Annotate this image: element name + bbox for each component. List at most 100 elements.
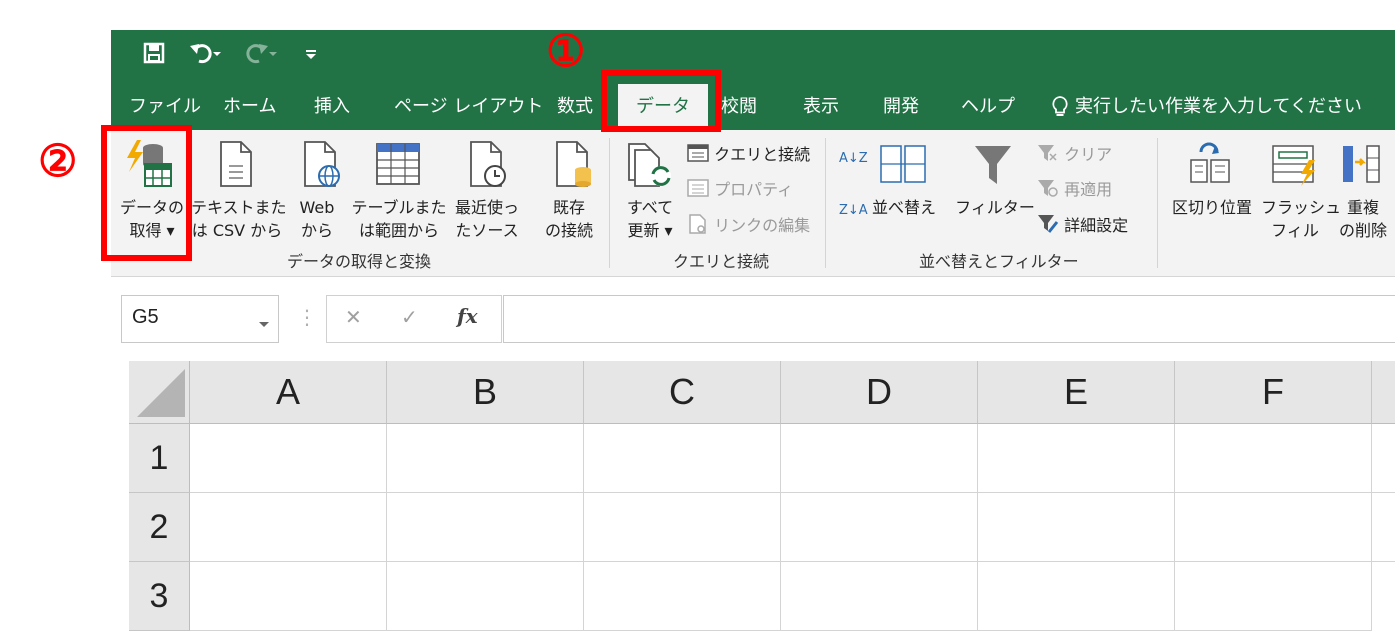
cell[interactable] [781, 562, 978, 631]
refresh-all-label-2: 更新 ▾ [627, 221, 673, 240]
name-box-value: G5 [132, 306, 159, 328]
group-label-sort-filter: 並べ替えとフィルター [919, 252, 1079, 271]
cell[interactable] [978, 424, 1175, 493]
from-text-label-2: は CSV から [191, 221, 283, 240]
formula-bar-splitter-icon[interactable]: ⋮ [297, 305, 317, 329]
select-all-button[interactable] [129, 361, 190, 424]
cell[interactable] [978, 562, 1175, 631]
step-1-marker: ① [546, 26, 586, 77]
cell[interactable] [781, 424, 978, 493]
ribbon-tabs: ファイル ホーム 挿入 ページ レイアウト 数式 データ 校閲 表示 開発 ヘル… [111, 82, 1395, 130]
cell[interactable] [1175, 424, 1372, 493]
tab-view[interactable]: 表示 [803, 82, 839, 130]
tab-help[interactable]: ヘルプ [961, 82, 1015, 130]
cell[interactable] [1175, 493, 1372, 562]
tab-developer[interactable]: 開発 [883, 82, 919, 130]
cell[interactable] [1372, 493, 1395, 562]
refresh-all-label-1: すべて [626, 198, 674, 217]
existing-connections-button[interactable]: 既存 の接続 [537, 196, 601, 242]
existing-connections-icon [553, 140, 593, 192]
row-header-3[interactable]: 3 [129, 562, 190, 631]
sort-descending-button[interactable]: Z↓A [839, 204, 868, 218]
clear-button[interactable]: クリア [1037, 143, 1112, 167]
chevron-down-icon[interactable] [258, 314, 270, 333]
from-table-range-button[interactable]: テーブルまた は範囲から [351, 196, 447, 242]
text-file-icon [217, 140, 253, 192]
column-header-a[interactable]: A [190, 361, 387, 424]
refresh-all-button[interactable]: すべて 更新 ▾ [617, 196, 683, 242]
cell[interactable] [387, 562, 584, 631]
remove-duplicates-label-1: 重複 [1346, 198, 1379, 217]
redo-icon[interactable] [243, 42, 277, 71]
cell[interactable] [190, 562, 387, 631]
cell[interactable] [584, 562, 781, 631]
insert-function-icon[interactable]: fx [457, 304, 478, 328]
name-box[interactable]: G5 [121, 295, 279, 343]
sort-button[interactable]: 並べ替え [867, 196, 941, 219]
cancel-icon[interactable]: ✕ [345, 305, 362, 329]
lightbulb-icon [1051, 95, 1069, 123]
properties-button[interactable]: プロパティ [687, 178, 793, 202]
formula-bar: G5 ⋮ ✕ ✓ fx [111, 277, 1395, 361]
table-icon [375, 142, 421, 190]
sort-icon [879, 144, 927, 188]
highlight-get-data [101, 125, 192, 261]
tab-review[interactable]: 校閲 [721, 82, 757, 130]
column-header-b[interactable]: B [387, 361, 584, 424]
from-web-label-1: Web [299, 198, 335, 217]
tab-home[interactable]: ホーム [223, 82, 276, 130]
from-web-label-2: から [300, 221, 333, 240]
tab-file[interactable]: ファイル [129, 82, 201, 130]
filter-button[interactable]: フィルター [953, 196, 1037, 219]
row-header-1[interactable]: 1 [129, 424, 190, 493]
reapply-label: 再適用 [1064, 180, 1113, 199]
row-header-2[interactable]: 2 [129, 493, 190, 562]
cell[interactable] [387, 424, 584, 493]
tell-me-input[interactable]: 実行したい作業を入力してください [1075, 82, 1362, 130]
sort-ascending-button[interactable]: A↓Z [839, 152, 868, 166]
cell[interactable] [1372, 424, 1395, 493]
save-icon[interactable] [143, 42, 165, 71]
enter-icon[interactable]: ✓ [401, 305, 418, 329]
column-header-f[interactable]: F [1175, 361, 1372, 424]
remove-duplicates-icon [1341, 142, 1381, 192]
column-header-c[interactable]: C [584, 361, 781, 424]
remove-duplicates-button[interactable]: 重複 の削除 [1333, 196, 1393, 242]
cell[interactable] [781, 493, 978, 562]
flash-fill-icon [1271, 142, 1319, 192]
cell[interactable] [584, 493, 781, 562]
group-separator [1157, 138, 1158, 268]
cell[interactable] [190, 424, 387, 493]
advanced-filter-button[interactable]: 詳細設定 [1037, 214, 1128, 238]
group-separator [609, 138, 610, 268]
existing-connections-label-2: の接続 [544, 221, 593, 240]
undo-icon[interactable] [189, 42, 223, 71]
queries-connections-button[interactable]: クエリと接続 [687, 143, 810, 167]
cell[interactable] [978, 493, 1175, 562]
column-header-e[interactable]: E [978, 361, 1175, 424]
from-table-label-2: は範囲から [358, 221, 439, 240]
tab-formulas[interactable]: 数式 [557, 82, 593, 130]
cell[interactable] [584, 424, 781, 493]
edit-links-button[interactable]: リンクの編集 [687, 214, 810, 238]
recent-sources-button[interactable]: 最近使っ たソース [449, 196, 525, 242]
text-to-columns-button[interactable]: 区切り位置 [1167, 196, 1257, 219]
sort-a-to-z-icon: A↓Z [839, 151, 868, 166]
advanced-filter-label: 詳細設定 [1064, 216, 1129, 235]
recent-sources-label-1: 最近使っ [454, 198, 519, 217]
formula-input[interactable] [503, 295, 1395, 343]
from-web-button[interactable]: Web から [291, 196, 343, 242]
reapply-button[interactable]: 再適用 [1037, 178, 1112, 202]
column-header-partial[interactable] [1372, 361, 1395, 424]
from-text-csv-button[interactable]: テキストまた は CSV から [191, 196, 287, 242]
flash-fill-button[interactable]: フラッシュ フィル [1261, 196, 1341, 242]
column-header-d[interactable]: D [781, 361, 978, 424]
cell[interactable] [190, 493, 387, 562]
filter-icon [973, 144, 1013, 192]
cell[interactable] [1175, 562, 1372, 631]
tab-page-layout[interactable]: ページ レイアウト [394, 82, 543, 130]
customize-qat-icon[interactable] [305, 42, 317, 71]
sort-z-to-a-icon: Z↓A [839, 203, 868, 218]
tab-insert[interactable]: 挿入 [314, 82, 350, 130]
cell[interactable] [387, 493, 584, 562]
